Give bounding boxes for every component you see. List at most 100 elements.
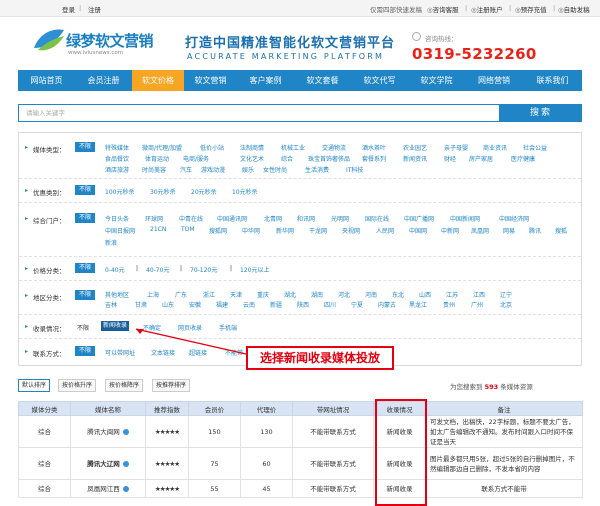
filter-option[interactable]: 北青网 — [264, 214, 282, 223]
nav-item-home[interactable]: 网站首页 — [18, 70, 75, 91]
filter-option[interactable]: 中新网 — [441, 226, 459, 235]
filter-option[interactable]: TOM — [181, 226, 195, 233]
filter-option[interactable]: 辽宁 — [500, 290, 512, 299]
filter-option[interactable]: 40-70元 — [146, 265, 169, 274]
filter-option[interactable]: 中国通讯网 — [217, 214, 247, 223]
filter-option[interactable]: 陕西 — [297, 300, 309, 309]
nav-item-academy[interactable]: 软文学院 — [408, 70, 465, 91]
register-link[interactable]: 注册 — [88, 4, 101, 14]
filter-option[interactable]: 可以带网址 — [105, 348, 135, 357]
filter-option[interactable]: 环球网 — [145, 214, 163, 223]
filter-nolimit-button[interactable]: 不限 — [75, 263, 96, 273]
filter-option[interactable]: 120元以上 — [240, 265, 269, 274]
topbar-link-service[interactable]: ◎咨询客服 — [427, 4, 459, 14]
filter-option[interactable]: 中国网 — [409, 226, 427, 235]
filter-option[interactable]: 法制商情 — [240, 143, 264, 152]
filter-option[interactable]: 河北 — [338, 290, 350, 299]
filter-option[interactable]: 中青在线 — [179, 214, 203, 223]
filter-option[interactable]: 商业资讯 — [483, 143, 507, 152]
filter-option[interactable]: 交通物流 — [322, 143, 346, 152]
table-row[interactable]: 综合 腾讯大辽网 ★★★★★ 75 60 不能带联系方式 新闻收录 图片最多都只… — [18, 447, 583, 480]
filter-option[interactable]: 时尚美容 — [142, 165, 166, 174]
filter-option[interactable]: 重庆 — [257, 290, 269, 299]
login-link[interactable]: 登录 — [62, 4, 75, 14]
filter-option[interactable]: 搜狐网 — [209, 226, 227, 235]
filter-option[interactable]: 吉林 — [105, 300, 117, 309]
filter-option[interactable]: 娱乐 — [242, 165, 254, 174]
cell-media-name[interactable]: 腾讯大辽网 — [70, 447, 146, 480]
filter-option[interactable]: 医疗健康 — [511, 154, 535, 163]
filter-option[interactable]: 文化艺术 — [240, 154, 264, 163]
filter-option[interactable]: 山西 — [419, 290, 431, 299]
filter-option[interactable]: 中国日报网 — [105, 226, 135, 235]
filter-option[interactable]: 光明网 — [331, 214, 349, 223]
filter-option[interactable]: 湖南 — [311, 290, 323, 299]
filter-option[interactable]: 江苏 — [446, 290, 458, 299]
filter-nolimit-button[interactable]: 不限 — [75, 185, 96, 195]
col-header-rating[interactable]: 推荐指数 — [145, 401, 189, 416]
filter-option[interactable]: 中华网 — [242, 226, 260, 235]
filter-option[interactable]: 东北 — [392, 290, 404, 299]
nav-item-contact[interactable]: 联系我们 — [523, 70, 582, 91]
filter-option[interactable]: 国际在线 — [365, 214, 389, 223]
filter-option[interactable]: 综合 — [281, 154, 293, 163]
filter-option[interactable]: 食品餐饮 — [105, 154, 129, 163]
filter-option[interactable]: 20元秒杀 — [191, 187, 217, 196]
filter-option[interactable]: 天津 — [230, 290, 242, 299]
filter-option[interactable]: 中国新闻网 — [450, 214, 480, 223]
filter-option[interactable]: 亲子母婴 — [444, 143, 468, 152]
filter-option[interactable]: 福建 — [216, 300, 228, 309]
info-icon[interactable] — [122, 485, 129, 492]
filter-option[interactable]: 生活消费 — [305, 165, 329, 174]
filter-option[interactable]: 和讯网 — [297, 214, 315, 223]
info-icon[interactable] — [122, 428, 129, 435]
col-header-category[interactable]: 媒体分类 — [18, 401, 71, 416]
filter-option[interactable]: 山东 — [162, 300, 174, 309]
filter-option[interactable]: 中国广播网 — [404, 214, 434, 223]
filter-option[interactable]: 10元秒杀 — [232, 187, 258, 196]
filter-option[interactable]: 安徽 — [189, 300, 201, 309]
filter-option[interactable]: 酒店旅游 — [105, 165, 129, 174]
filter-option[interactable]: 凤凰网 — [471, 226, 489, 235]
col-header-member-price[interactable]: 会员价 — [188, 401, 241, 416]
sort-price-asc-button[interactable]: 按价格升序 — [58, 379, 97, 392]
cell-media-name[interactable]: 腾讯大闽网 — [70, 415, 146, 448]
filter-option[interactable]: 特殊媒体 — [105, 143, 129, 152]
filter-option[interactable]: 中国经济网 — [499, 214, 529, 223]
filter-option[interactable]: 贵州 — [443, 300, 455, 309]
filter-option[interactable]: 新疆 — [270, 300, 282, 309]
filter-option[interactable]: 70-120元 — [190, 265, 217, 274]
filter-option[interactable]: 广东 — [175, 290, 187, 299]
nav-item-network[interactable]: 网络营销 — [465, 70, 523, 91]
info-icon[interactable] — [122, 460, 129, 467]
filter-option[interactable]: 100元秒杀 — [105, 187, 134, 196]
filter-option[interactable]: 21CN — [150, 226, 166, 233]
filter-option[interactable]: 珠宝首饰奢侈品 — [308, 154, 350, 163]
filter-option[interactable]: 腾讯 — [529, 226, 541, 235]
col-header-url[interactable]: 带网址情况 — [292, 401, 374, 416]
sort-recommend-button[interactable]: 按推荐排序 — [152, 379, 191, 392]
filter-option[interactable]: 内蒙古 — [378, 300, 396, 309]
cell-media-name[interactable]: 凤凰网江西 — [70, 479, 146, 498]
nav-item-writing[interactable]: 软文代写 — [351, 70, 408, 91]
filter-nolimit-button[interactable]: 不限 — [75, 142, 96, 152]
sort-price-desc-button[interactable]: 按价格降序 — [105, 379, 144, 392]
filter-option[interactable]: 云南 — [243, 300, 255, 309]
filter-option[interactable]: 央视网 — [342, 226, 360, 235]
filter-option-selected[interactable]: 新闻收录 — [101, 321, 130, 331]
filter-option[interactable]: 浙江 — [203, 290, 215, 299]
table-row[interactable]: 综合 腾讯大闽网 ★★★★★ 150 130 不能带联系方式 新闻收录 可发文档… — [18, 415, 583, 448]
filter-option[interactable]: 宁夏 — [351, 300, 363, 309]
filter-option[interactable]: 30元秒杀 — [150, 187, 176, 196]
filter-option[interactable]: 农业园艺 — [403, 143, 427, 152]
filter-option[interactable]: 广州 — [471, 300, 483, 309]
filter-option[interactable]: 房产家居 — [469, 154, 493, 163]
filter-option[interactable]: 甘肃 — [135, 300, 147, 309]
filter-option[interactable]: 财经 — [444, 154, 456, 163]
search-input[interactable]: 请输入关键字 — [18, 104, 500, 122]
filter-option[interactable]: 湖北 — [284, 290, 296, 299]
filter-option[interactable]: 搜狐 — [555, 226, 567, 235]
filter-option[interactable]: 新华网 — [276, 226, 294, 235]
nav-item-price[interactable]: 软文价格 — [132, 70, 184, 91]
filter-option[interactable]: IT科技 — [346, 165, 363, 174]
